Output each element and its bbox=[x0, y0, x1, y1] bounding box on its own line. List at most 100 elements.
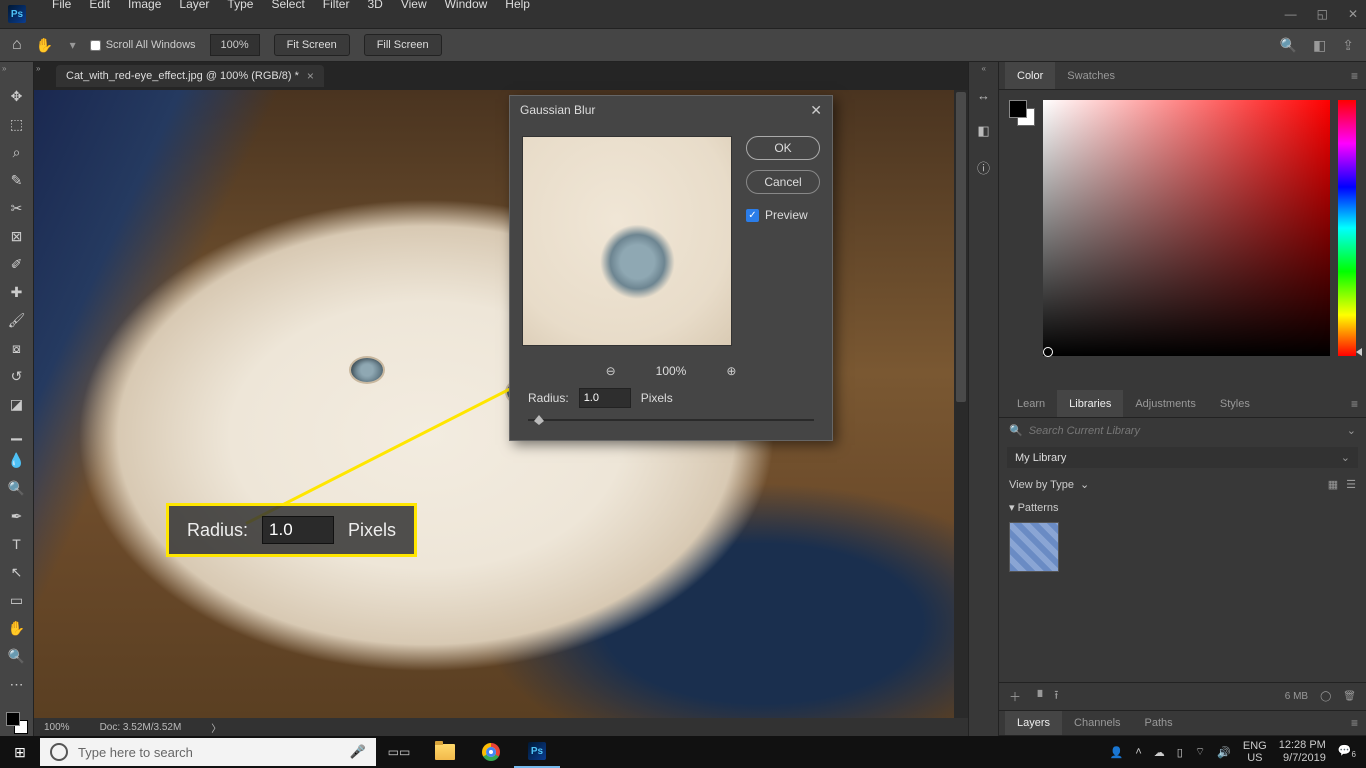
trash-icon[interactable]: 🗑 bbox=[1343, 691, 1356, 702]
menu-filter[interactable]: Filter bbox=[323, 0, 350, 11]
brush-tool-icon[interactable]: 🖌 bbox=[5, 310, 29, 330]
menu-help[interactable]: Help bbox=[505, 0, 530, 11]
volume-icon[interactable]: 🔊 bbox=[1217, 746, 1231, 759]
close-icon[interactable]: ✕ bbox=[1348, 7, 1358, 21]
tab-adjustments[interactable]: Adjustments bbox=[1123, 390, 1208, 417]
radius-slider[interactable] bbox=[528, 414, 814, 426]
zoom-value[interactable]: 100% bbox=[210, 34, 260, 56]
panel-menu-icon[interactable]: ≡ bbox=[1351, 716, 1358, 730]
fit-screen-button[interactable]: Fit Screen bbox=[274, 34, 350, 56]
edit-toolbar-icon[interactable]: ⋯ bbox=[5, 674, 29, 694]
home-icon[interactable]: ⌂ bbox=[12, 36, 22, 54]
start-button[interactable]: ⊞ bbox=[0, 736, 40, 768]
hue-slider[interactable] bbox=[1338, 100, 1356, 356]
radius-input[interactable]: 1.0 bbox=[579, 388, 631, 408]
vertical-scrollbar[interactable] bbox=[954, 90, 968, 718]
color-swatches[interactable] bbox=[1009, 100, 1035, 380]
minimize-icon[interactable]: — bbox=[1285, 7, 1297, 21]
menu-3d[interactable]: 3D bbox=[367, 0, 382, 11]
status-zoom[interactable]: 100% bbox=[44, 722, 70, 733]
maximize-icon[interactable]: ◱ bbox=[1317, 7, 1328, 21]
tab-learn[interactable]: Learn bbox=[1005, 390, 1057, 417]
zoom-out-icon[interactable]: ⊖ bbox=[606, 364, 616, 378]
folder-icon[interactable]: ▝ bbox=[1033, 690, 1042, 704]
marquee-tool-icon[interactable]: ⬚ bbox=[5, 114, 29, 134]
tab-channels[interactable]: Channels bbox=[1062, 711, 1132, 735]
collapse-icon[interactable]: « bbox=[982, 64, 986, 73]
scroll-all-checkbox[interactable]: Scroll All Windows bbox=[90, 39, 196, 51]
status-docsize[interactable]: Doc: 3.52M/3.52M bbox=[100, 722, 182, 733]
blur-tool-icon[interactable]: 💧 bbox=[5, 450, 29, 470]
menu-layer[interactable]: Layer bbox=[179, 0, 209, 11]
menu-edit[interactable]: Edit bbox=[89, 0, 110, 11]
menu-image[interactable]: Image bbox=[128, 0, 161, 11]
cloud-icon[interactable]: ◯ bbox=[1320, 691, 1331, 702]
taskbar-search[interactable]: Type here to search 🎤 bbox=[40, 738, 376, 766]
library-search[interactable]: Search Current Library ⌄ bbox=[999, 418, 1366, 443]
tab-layers[interactable]: Layers bbox=[1005, 711, 1062, 735]
properties-panel-icon[interactable]: ◧ bbox=[975, 122, 993, 140]
notifications-icon[interactable]: 💬6 bbox=[1338, 744, 1356, 759]
close-tab-icon[interactable]: × bbox=[307, 69, 314, 83]
language-indicator[interactable]: ENGUS bbox=[1243, 740, 1267, 764]
task-chrome[interactable] bbox=[468, 736, 514, 768]
preview-checkbox[interactable]: ✓ Preview bbox=[746, 208, 820, 222]
crop-tool-icon[interactable]: ✂ bbox=[5, 198, 29, 218]
list-view-icon[interactable]: ☰ bbox=[1346, 478, 1356, 491]
rectangle-tool-icon[interactable]: ▭ bbox=[5, 590, 29, 610]
onedrive-icon[interactable]: ☁ bbox=[1154, 746, 1165, 759]
info-panel-icon[interactable]: ⓘ bbox=[975, 158, 993, 176]
tab-swatches[interactable]: Swatches bbox=[1055, 62, 1127, 89]
frame-tool-icon[interactable]: ⊠ bbox=[5, 226, 29, 246]
wifi-icon[interactable]: ⌔ bbox=[1195, 745, 1205, 759]
gradient-tool-icon[interactable]: ▁ bbox=[5, 422, 29, 442]
tab-styles[interactable]: Styles bbox=[1208, 390, 1262, 417]
mic-icon[interactable]: 🎤 bbox=[350, 744, 366, 760]
quick-select-tool-icon[interactable]: ✎ bbox=[5, 170, 29, 190]
status-more-icon[interactable]: 〉 bbox=[211, 720, 221, 735]
workspace-icon[interactable]: ◧ bbox=[1313, 37, 1326, 54]
share-icon[interactable]: ⇪ bbox=[1342, 37, 1354, 54]
path-select-icon[interactable]: ↖ bbox=[5, 562, 29, 582]
menu-window[interactable]: Window bbox=[445, 0, 488, 11]
upload-icon[interactable]: ⭱ bbox=[1054, 686, 1058, 707]
task-view-icon[interactable]: ▭▭ bbox=[376, 736, 422, 768]
color-field[interactable] bbox=[1043, 100, 1330, 356]
grid-view-icon[interactable]: ▦ bbox=[1328, 478, 1338, 491]
library-section-patterns[interactable]: ▾ Patterns bbox=[999, 497, 1366, 518]
dialog-close-icon[interactable]: ✕ bbox=[810, 102, 822, 119]
dialog-preview-image[interactable] bbox=[522, 136, 732, 346]
battery-icon[interactable]: ▯ bbox=[1177, 746, 1183, 759]
gaussian-blur-dialog[interactable]: Gaussian Blur ✕ OK Cancel ✓ Preview ⊖ 10… bbox=[509, 95, 833, 441]
task-photoshop[interactable]: Ps bbox=[514, 736, 560, 768]
lasso-tool-icon[interactable]: ⌕ bbox=[5, 142, 29, 162]
eyedropper-tool-icon[interactable]: ✐ bbox=[5, 254, 29, 274]
library-selector[interactable]: My Library ⌄ bbox=[1007, 447, 1358, 468]
history-brush-icon[interactable]: ↺ bbox=[5, 366, 29, 386]
library-item-thumbnail[interactable] bbox=[1009, 522, 1059, 572]
people-icon[interactable]: 👤 bbox=[1110, 746, 1124, 759]
type-tool-icon[interactable]: T bbox=[5, 534, 29, 554]
task-explorer[interactable] bbox=[422, 736, 468, 768]
tab-color[interactable]: Color bbox=[1005, 62, 1055, 89]
chevron-down-icon[interactable]: ⌄ bbox=[1347, 424, 1356, 437]
expand-icon[interactable]: » bbox=[36, 64, 40, 73]
panel-menu-icon[interactable]: ≡ bbox=[1351, 397, 1358, 411]
menu-view[interactable]: View bbox=[401, 0, 427, 11]
slider-thumb[interactable] bbox=[534, 415, 544, 425]
move-tool-icon[interactable]: ✥ bbox=[5, 86, 29, 106]
menu-file[interactable]: File bbox=[52, 0, 71, 11]
cancel-button[interactable]: Cancel bbox=[746, 170, 820, 194]
tray-expand-icon[interactable]: ˄ bbox=[1135, 746, 1141, 758]
pen-tool-icon[interactable]: ✒ bbox=[5, 506, 29, 526]
dialog-titlebar[interactable]: Gaussian Blur ✕ bbox=[510, 96, 832, 124]
dodge-tool-icon[interactable]: 🔍 bbox=[5, 478, 29, 498]
zoom-in-icon[interactable]: ⊕ bbox=[726, 364, 736, 378]
menu-type[interactable]: Type bbox=[227, 0, 253, 11]
foreground-background-swatches[interactable] bbox=[6, 712, 28, 734]
document-tab[interactable]: Cat_with_red-eye_effect.jpg @ 100% (RGB/… bbox=[56, 65, 324, 87]
expand-icon[interactable]: » bbox=[2, 64, 6, 73]
add-icon[interactable]: ＋ bbox=[1009, 688, 1021, 705]
tab-libraries[interactable]: Libraries bbox=[1057, 390, 1123, 417]
history-panel-icon[interactable]: ↔ bbox=[975, 86, 993, 104]
